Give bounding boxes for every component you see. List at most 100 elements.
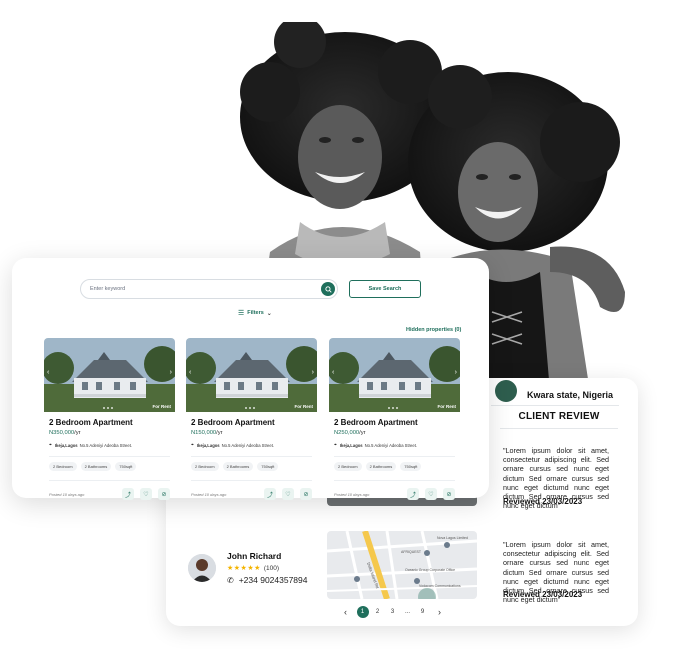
- chevron-down-icon: ⌄: [266, 310, 272, 317]
- location-pin-icon: ⌖: [191, 442, 194, 448]
- share-icon[interactable]: ⤴: [407, 488, 419, 500]
- carousel-dots: [244, 407, 256, 409]
- agent-name: John Richard: [227, 551, 282, 561]
- page-3-button[interactable]: 3: [387, 606, 399, 618]
- listing-photo[interactable]: ‹ › For Rent: [186, 338, 317, 412]
- listing-footer: Posted 10 days ago ⤴ ♡ ⊘: [334, 480, 455, 500]
- listing-price: N350,000/yr: [49, 430, 81, 436]
- page-ellipsis: ...: [404, 609, 410, 615]
- pagination: ‹ 1 2 3 ... 9 ›: [344, 606, 441, 618]
- bedroom-chip: 2 Bedroom: [334, 462, 362, 471]
- hide-icon[interactable]: ⊘: [158, 488, 170, 500]
- hidden-properties-link[interactable]: Hidden properties (0): [406, 327, 461, 333]
- agent-phone[interactable]: ✆ +234 9024357894: [227, 575, 307, 585]
- agent-rating: ★★★★★ (100): [227, 564, 307, 573]
- listing-features: 2 Bedroom 2 Bathrooms 750sqft: [191, 456, 312, 471]
- area-chip: 750sqft: [257, 462, 279, 471]
- listing-street: No.5 Adeniyi Adeoba Street.: [364, 442, 418, 448]
- star-icons: ★★★★★: [227, 565, 261, 572]
- bathroom-chip: 2 Bathrooms: [365, 462, 397, 471]
- phone-icon: ✆: [227, 575, 234, 585]
- search-button[interactable]: [321, 282, 335, 296]
- listing-area: Ikeja,Lagos: [54, 442, 78, 448]
- client-location-text: Kwara state, Nigeria: [527, 389, 614, 400]
- bedroom-chip: 2 Bedroom: [49, 462, 77, 471]
- listing-footer: Posted 10 days ago ⤴ ♡ ⊘: [49, 480, 170, 500]
- listing-card[interactable]: ‹ › For Rent 2 Bedroom Apartment N350,00…: [44, 338, 175, 500]
- map-place-label: Oceanic Group Corporate Office: [405, 568, 455, 572]
- chevron-left-icon[interactable]: ‹: [189, 369, 191, 376]
- client-review-heading: CLIENT REVIEW: [500, 411, 618, 429]
- bathroom-chip: 2 Bathrooms: [80, 462, 112, 471]
- listing-posted: Posted 10 days ago: [334, 491, 370, 497]
- area-chip: 750sqft: [400, 462, 422, 471]
- hide-icon[interactable]: ⊘: [443, 488, 455, 500]
- review-date: Reviewed 23/03/2023: [503, 590, 583, 599]
- map-place-label: AFRIQUEST: [401, 550, 422, 554]
- rating-count: (100): [263, 564, 280, 572]
- listing-address: ⌖ Ikeja,Lagos No.5 Adeniyi Adeoba Street…: [49, 442, 170, 448]
- listing-badge: For Rent: [294, 404, 314, 409]
- listing-photo[interactable]: ‹ › For Rent: [329, 338, 460, 412]
- listing-street: No.5 Adeniyi Adeoba Street.: [79, 442, 133, 448]
- heart-icon[interactable]: ♡: [140, 488, 152, 500]
- listing-features: 2 Bedroom 2 Bathrooms 750sqft: [334, 456, 455, 471]
- carousel-dots: [387, 407, 399, 409]
- filter-icon: ☰: [238, 310, 245, 317]
- listing-features: 2 Bedroom 2 Bathrooms 750sqft: [49, 456, 170, 471]
- next-page-button[interactable]: ›: [438, 607, 441, 617]
- listing-badge: For Rent: [437, 404, 457, 409]
- listing-title: 2 Bedroom Apartment: [334, 418, 418, 427]
- listing-posted: Posted 10 days ago: [191, 491, 227, 497]
- listing-photo[interactable]: ‹ › For Rent: [44, 338, 175, 412]
- chevron-left-icon[interactable]: ‹: [47, 369, 49, 376]
- location-pin-icon: ⌖: [334, 442, 337, 448]
- bedroom-chip: 2 Bedroom: [191, 462, 219, 471]
- house-photo: [44, 338, 175, 412]
- search-row: Enter keyword Save Search: [80, 279, 421, 299]
- listing-price: N150,000/yr: [191, 430, 223, 436]
- save-search-button[interactable]: Save Search: [349, 280, 421, 298]
- listing-card[interactable]: ‹ › For Rent 2 Bedroom Apartment N250,00…: [329, 338, 460, 500]
- listing-street: No.5 Adeniyi Adeoba Street.: [221, 442, 275, 448]
- agent-contact: John Richard ★★★★★ (100) ✆ +234 90243578…: [188, 551, 307, 585]
- area-chip: 750sqft: [115, 462, 137, 471]
- heart-icon[interactable]: ♡: [425, 488, 437, 500]
- chevron-right-icon[interactable]: ›: [312, 369, 314, 376]
- share-icon[interactable]: ⤴: [264, 488, 276, 500]
- agent-avatar: [188, 554, 216, 582]
- location-map[interactable]: Delta Island Rd AFRIQUEST Oceanic Group …: [327, 531, 477, 599]
- filters-toggle[interactable]: ☰ Filters ⌄: [238, 309, 272, 317]
- page-2-button[interactable]: 2: [372, 606, 384, 618]
- client-location: Kwara state, Nigeria: [491, 384, 619, 406]
- listing-price: N250,000/yr: [334, 430, 366, 436]
- chevron-right-icon[interactable]: ›: [170, 369, 172, 376]
- listing-title: 2 Bedroom Apartment: [49, 418, 133, 427]
- search-input[interactable]: Enter keyword: [80, 279, 338, 299]
- bathroom-chip: 2 Bathrooms: [222, 462, 254, 471]
- map-place-label: Nova Lagos Limited: [437, 536, 468, 540]
- listing-area: Ikeja,Lagos: [339, 442, 363, 448]
- hide-icon[interactable]: ⊘: [300, 488, 312, 500]
- page-1-button[interactable]: 1: [356, 606, 369, 618]
- listing-area: Ikeja,Lagos: [196, 442, 220, 448]
- prev-page-button[interactable]: ‹: [344, 607, 347, 617]
- filters-label: Filters: [247, 310, 264, 316]
- chevron-left-icon[interactable]: ‹: [332, 369, 334, 376]
- carousel-dots: [102, 407, 114, 409]
- listing-footer: Posted 10 days ago ⤴ ♡ ⊘: [191, 480, 312, 500]
- share-icon[interactable]: ⤴: [122, 488, 134, 500]
- listing-card[interactable]: ‹ › For Rent 2 Bedroom Apartment N150,00…: [186, 338, 317, 500]
- review-date: Reviewed 23/03/2023: [503, 497, 583, 506]
- search-placeholder: Enter keyword: [90, 286, 126, 292]
- listing-badge: For Rent: [152, 404, 172, 409]
- search-icon: [324, 285, 332, 293]
- heart-icon[interactable]: ♡: [282, 488, 294, 500]
- listing-posted: Posted 10 days ago: [49, 491, 85, 497]
- chevron-right-icon[interactable]: ›: [455, 369, 457, 376]
- listing-address: ⌖ Ikeja,Lagos No.5 Adeniyi Adeoba Street…: [334, 442, 455, 448]
- location-pin-icon: ⌖: [49, 442, 52, 448]
- listing-title: 2 Bedroom Apartment: [191, 418, 275, 427]
- stage: Kwara state, Nigeria CLIENT REVIEW "Lore…: [0, 0, 679, 657]
- page-9-button[interactable]: 9: [417, 606, 429, 618]
